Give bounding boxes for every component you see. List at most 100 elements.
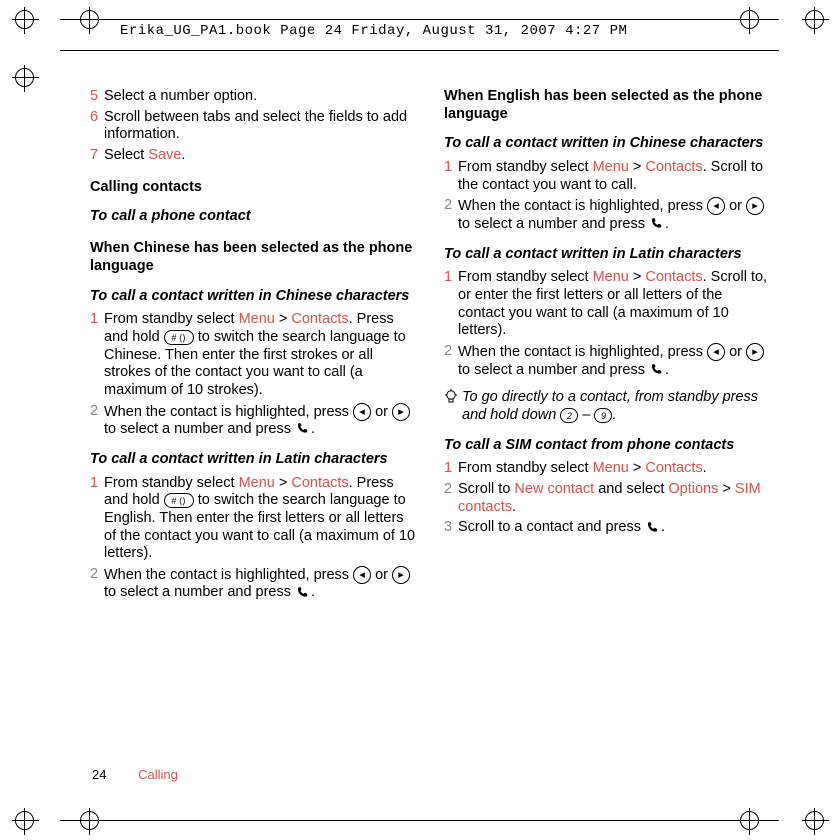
heading-english-language: When English has been selected as the ph… (444, 88, 770, 123)
crop-mark (805, 10, 824, 29)
chinese-step-2: 2 When the contact is highlighted, press… (90, 403, 416, 439)
step-number: 2 (90, 566, 104, 602)
call-icon (649, 216, 665, 232)
left-arrow-key-icon: ◂ (353, 403, 371, 421)
en-chinese-step-2: 2 When the contact is highlighted, press… (444, 197, 770, 233)
text: Scroll to a contact and press (458, 519, 645, 535)
step-number: 1 (90, 311, 104, 399)
step-text: When the contact is highlighted, press ◂… (458, 343, 770, 379)
step-5: 5 Select a number option. (90, 88, 416, 106)
link-contacts: Contacts (291, 311, 348, 327)
left-arrow-key-icon: ◂ (707, 197, 725, 215)
step-text: Scroll to a contact and press . (458, 519, 770, 537)
header-text: Erika_UG_PA1.book Page 24 Friday, August… (120, 23, 627, 39)
latin-step-1: 1 From standby select Menu > Contacts. P… (90, 475, 416, 563)
call-icon (649, 362, 665, 378)
heading-calling-contacts: Calling contacts (90, 179, 416, 197)
text: and select (594, 481, 668, 497)
text: . (311, 421, 315, 437)
en-latin-step-2: 2 When the contact is highlighted, press… (444, 343, 770, 379)
step-number: 1 (444, 460, 458, 478)
call-icon (645, 520, 661, 536)
right-arrow-key-icon: ▸ (746, 197, 764, 215)
sim-step-1: 1 From standby select Menu > Contacts. (444, 460, 770, 478)
text: or (725, 198, 746, 214)
step-number: 2 (444, 481, 458, 516)
text: > (275, 311, 292, 327)
step-7: 7 Select Save. (90, 147, 416, 165)
text: to select a number and press (104, 421, 295, 437)
crop-mark (15, 68, 34, 87)
chinese-step-1: 1 From standby select Menu > Contacts. P… (90, 311, 416, 399)
sim-step-2: 2 Scroll to New contact and select Optio… (444, 481, 770, 516)
crop-mark (15, 10, 34, 29)
subheading-sim-contact: To call a SIM contact from phone contact… (444, 437, 770, 455)
subheading-latin-characters: To call a contact written in Latin chara… (444, 246, 770, 264)
text: to select a number and press (458, 362, 649, 378)
left-column: 5 Select a number option. 6 Scroll betwe… (90, 88, 416, 605)
step-number: 3 (444, 519, 458, 537)
subheading-chinese-characters: To call a contact written in Chinese cha… (444, 135, 770, 153)
en-chinese-step-1: 1 From standby select Menu > Contacts. S… (444, 159, 770, 194)
sim-step-3: 3 Scroll to a contact and press . (444, 519, 770, 537)
text: . (612, 407, 616, 423)
link-contacts: Contacts (645, 159, 702, 175)
text: or (371, 567, 392, 583)
step-number: 7 (90, 147, 104, 165)
subheading-to-call-phone-contact: To call a phone contact (90, 208, 416, 226)
right-arrow-key-icon: ▸ (392, 566, 410, 584)
crop-mark (15, 811, 34, 830)
text: . (311, 584, 315, 600)
footer-rule (60, 820, 779, 821)
step-number: 2 (90, 403, 104, 439)
step-number: 2 (444, 197, 458, 233)
step-text: Scroll to New contact and select Options… (458, 481, 770, 516)
subheading-latin-characters: To call a contact written in Latin chara… (90, 451, 416, 469)
key-9-icon: 9 (594, 408, 612, 423)
right-arrow-key-icon: ▸ (746, 343, 764, 361)
text: From standby select (104, 311, 239, 327)
link-contacts: Contacts (645, 269, 702, 285)
text: From standby select (104, 475, 239, 491)
text: . (181, 147, 185, 163)
right-arrow-key-icon: ▸ (392, 403, 410, 421)
step-text: Scroll between tabs and select the field… (104, 109, 416, 144)
text: Select (104, 147, 148, 163)
step-text: Select a number option. (104, 88, 416, 106)
heading-chinese-language: When Chinese has been selected as the ph… (90, 240, 416, 275)
tip-note: To go directly to a contact, from standb… (444, 389, 770, 424)
step-number: 6 (90, 109, 104, 144)
step-6: 6 Scroll between tabs and select the fie… (90, 109, 416, 144)
step-text: From standby select Menu > Contacts. Scr… (458, 269, 770, 340)
text: . (703, 460, 707, 476)
text: When the contact is highlighted, press (458, 344, 707, 360)
step-text: From standby select Menu > Contacts. Pre… (104, 311, 416, 399)
text: > (275, 475, 292, 491)
text: > (718, 481, 735, 497)
text: > (629, 460, 646, 476)
step-text: From standby select Menu > Contacts. Scr… (458, 159, 770, 194)
text: When the contact is highlighted, press (104, 403, 353, 419)
lightbulb-icon (444, 389, 462, 424)
link-contacts: Contacts (645, 460, 702, 476)
step-number: 2 (444, 343, 458, 379)
link-contacts: Contacts (291, 475, 348, 491)
left-arrow-key-icon: ◂ (353, 566, 371, 584)
link-menu: Menu (239, 475, 275, 491)
text: From standby select (458, 269, 593, 285)
link-options: Options (668, 481, 718, 497)
step-text: From standby select Menu > Contacts. (458, 460, 770, 478)
text: . (661, 519, 665, 535)
section-name: Calling (138, 767, 178, 782)
step-number: 1 (444, 159, 458, 194)
link-menu: Menu (593, 269, 629, 285)
call-icon (295, 585, 311, 601)
text: or (371, 403, 392, 419)
text: to select a number and press (104, 584, 295, 600)
step-text: When the contact is highlighted, press ◂… (104, 403, 416, 439)
key-2-icon: 2 (560, 408, 578, 423)
text: When the contact is highlighted, press (458, 198, 707, 214)
text: – (578, 407, 594, 423)
page-number: 24 (92, 767, 106, 782)
step-text: From standby select Menu > Contacts. Pre… (104, 475, 416, 563)
